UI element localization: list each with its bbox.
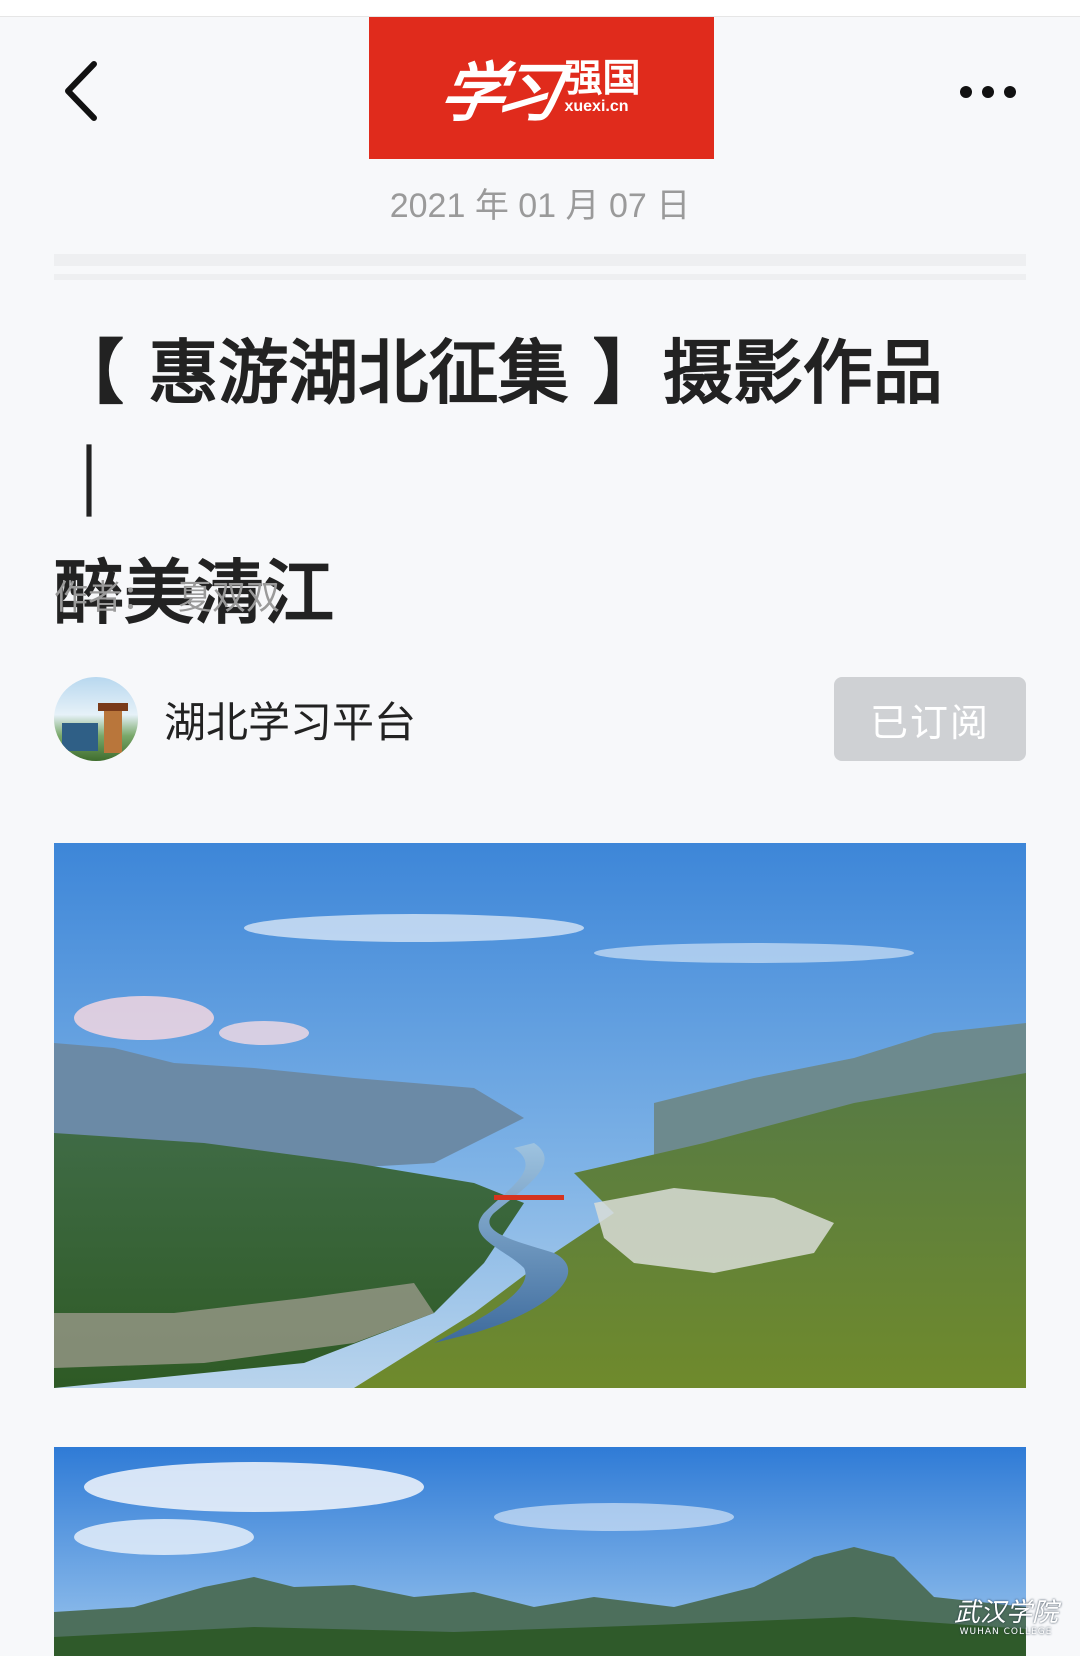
logo-script-text: 学习 — [434, 56, 561, 131]
status-bar-edge — [0, 0, 1080, 17]
subscribe-button[interactable]: 已订阅 — [834, 677, 1026, 761]
channel-info[interactable]: 湖北学习平台 — [54, 677, 416, 761]
article-photo-river-valley[interactable] — [54, 843, 1026, 1388]
header-divider-thin — [54, 274, 1026, 280]
xuexi-logo: 学习 强国 xuexi.cn — [369, 17, 714, 159]
channel-avatar[interactable] — [54, 677, 138, 761]
watermark-en: WUHAN COLLEGE — [959, 1627, 1053, 1637]
author-name: 夏双双 — [178, 578, 280, 618]
article-title-line-1: 【 惠游湖北征集 】摄影作品 ｜ — [54, 331, 943, 524]
publish-date: 2021 年 01 月 07 日 — [389, 187, 691, 225]
logo-en-text: xuexi.cn — [564, 98, 629, 116]
watermark-cn: 武汉学院 — [953, 1598, 1058, 1628]
river-valley-image — [54, 843, 1026, 1388]
more-dots-icon — [1004, 86, 1016, 98]
more-dots-icon — [960, 86, 972, 98]
logo-text-group: 强国 xuexi.cn — [564, 59, 640, 116]
avatar-building-shape — [62, 723, 98, 751]
author-label: 作者： — [54, 578, 156, 618]
back-button[interactable] — [60, 58, 108, 124]
header-divider — [54, 254, 1026, 266]
channel-name[interactable]: 湖北学习平台 — [164, 689, 416, 750]
author-line: 作者： 夏双双 — [54, 570, 280, 619]
more-options-button[interactable] — [960, 72, 1030, 112]
article-photo-mountains[interactable] — [54, 1447, 1026, 1656]
more-dots-icon — [982, 86, 994, 98]
wuhan-college-watermark: 武汉学院 WUHAN COLLEGE — [951, 1600, 1061, 1638]
back-arrow-icon — [65, 61, 97, 121]
logo-cn-text: 强国 — [564, 56, 641, 101]
mountain-landscape-image — [54, 1447, 1026, 1656]
avatar-tower-shape — [98, 703, 128, 753]
